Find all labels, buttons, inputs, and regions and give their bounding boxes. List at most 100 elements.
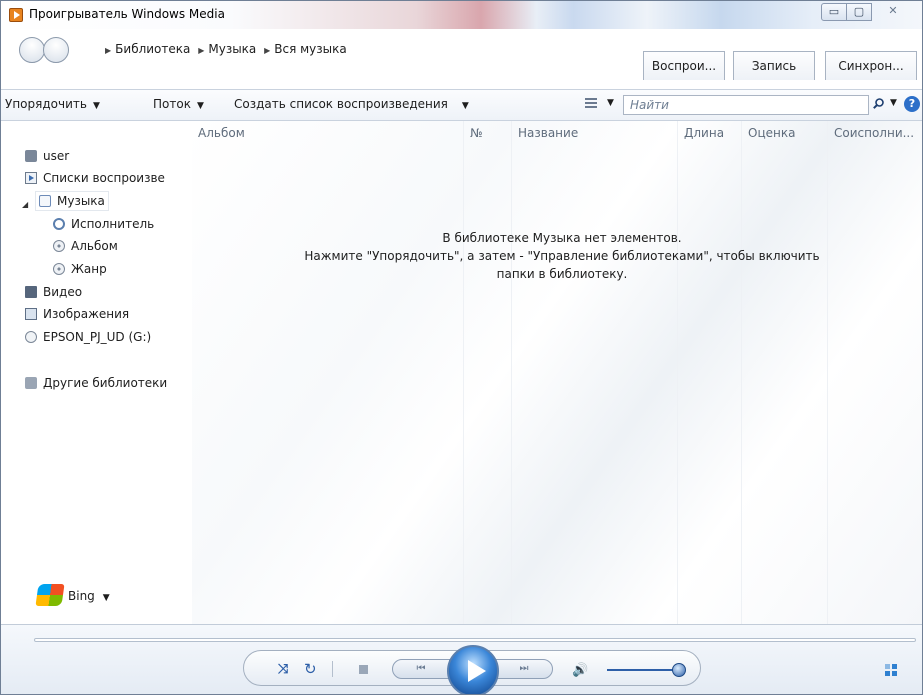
minimize-button[interactable]: ▭ (821, 3, 847, 21)
breadcrumb-music[interactable]: Музыка (208, 42, 256, 56)
empty-message-line: папки в библиотеку. (496, 267, 628, 281)
search-input[interactable] (623, 95, 869, 115)
breadcrumb-arrow-icon: ▶ (198, 46, 205, 55)
column-header-contributing-artist[interactable]: Соисполни... (828, 121, 922, 147)
previous-button[interactable]: ⏮ (392, 659, 450, 679)
create-playlist-menu[interactable]: Создать список воспроизведения ▼ (234, 97, 469, 111)
breadcrumb-all-music[interactable]: Вся музыка (274, 42, 346, 56)
player-controls-bar: ⤨ ↻ ⏮ ⏭ 🔊 (1, 624, 922, 694)
artist-icon (53, 218, 65, 230)
search-options-chevron-icon[interactable]: ▼ (890, 98, 897, 108)
back-button[interactable] (19, 37, 45, 63)
search-icon[interactable] (873, 98, 884, 109)
sidebar-item-user[interactable]: user (25, 147, 69, 165)
sidebar-item-label: Музыка (57, 194, 105, 208)
close-button[interactable]: ✕ (871, 3, 915, 21)
navigation-pane: user Списки воспроизве ◢ Музыка Исполнит… (1, 121, 192, 624)
sidebar-item-artist[interactable]: Исполнитель (53, 215, 154, 233)
video-icon (25, 286, 37, 298)
sidebar-item-label: Альбом (71, 239, 118, 253)
column-divider (827, 121, 828, 624)
empty-library-message: В библиотеке Музыка нет элементов. Нажми… (192, 229, 922, 283)
organize-label: Упорядочить (5, 97, 87, 111)
sidebar-item-label: EPSON_PJ_UD (G:) (43, 330, 152, 344)
breadcrumb-library[interactable]: Библиотека (115, 42, 190, 56)
switch-to-now-playing-icon[interactable] (885, 664, 899, 678)
column-header-length[interactable]: Длина (678, 121, 742, 147)
help-icon[interactable]: ? (904, 96, 920, 112)
sidebar-item-images[interactable]: Изображения (25, 305, 129, 323)
column-divider (741, 121, 742, 624)
stream-menu[interactable]: Поток ▼ (153, 97, 204, 111)
view-options-icon[interactable] (585, 98, 597, 110)
tab-burn[interactable]: Запись (733, 51, 815, 80)
album-icon (53, 240, 65, 252)
empty-message-line: Нажмите "Упорядочить", а затем - "Управл… (304, 249, 820, 263)
organize-menu[interactable]: Упорядочить ▼ (5, 97, 100, 111)
wmp-window: Проигрыватель Windows Media ▭ ▢ ✕ ▶ Библи… (0, 0, 923, 695)
next-button[interactable]: ⏭ (495, 659, 553, 679)
column-divider (511, 121, 512, 624)
play-button[interactable] (447, 645, 499, 694)
volume-icon[interactable]: 🔊 (572, 663, 588, 678)
stream-label: Поток (153, 97, 191, 111)
maximize-button[interactable]: ▢ (846, 3, 872, 21)
bing-label: Bing (68, 589, 95, 603)
chevron-down-icon: ▼ (102, 593, 110, 603)
tab-play[interactable]: Воспрои... (643, 51, 725, 80)
music-icon (39, 195, 51, 207)
chevron-down-icon: ▼ (196, 101, 204, 111)
sidebar-item-label: Жанр (71, 262, 107, 276)
breadcrumb-arrow-icon: ▶ (105, 46, 112, 55)
sidebar-item-label: user (43, 149, 70, 163)
chevron-down-icon: ▼ (92, 101, 100, 111)
wmp-app-icon[interactable] (9, 8, 23, 22)
library-content: Альбом № Название Длина Оценка Соисполни… (192, 121, 922, 624)
sidebar-item-drive[interactable]: EPSON_PJ_UD (G:) (25, 328, 151, 346)
bing-search-provider[interactable]: Bing ▼ (35, 584, 110, 606)
view-options-chevron-icon[interactable]: ▼ (607, 98, 614, 108)
shuffle-icon[interactable]: ⤨ (278, 662, 288, 677)
sidebar-item-playlists[interactable]: Списки воспроизве (25, 169, 165, 187)
drive-icon (25, 331, 37, 343)
sidebar-item-label: Исполнитель (71, 217, 155, 231)
control-divider (332, 661, 333, 677)
sidebar-item-label: Другие библиотеки (43, 376, 168, 390)
window-title: Проигрыватель Windows Media (29, 7, 225, 21)
sidebar-item-video[interactable]: Видео (25, 283, 82, 301)
column-header-title[interactable]: Название (512, 121, 678, 147)
repeat-icon[interactable]: ↻ (304, 660, 317, 678)
column-header-number[interactable]: № (464, 121, 512, 147)
windows-logo-icon (35, 584, 65, 606)
genre-icon (53, 263, 65, 275)
tab-sync[interactable]: Синхрон... (825, 51, 917, 80)
volume-slider-knob[interactable] (672, 663, 686, 677)
column-header-album[interactable]: Альбом (192, 121, 464, 147)
chevron-down-icon: ▼ (461, 101, 469, 111)
toolbar: Упорядочить ▼ Поток ▼ Создать список воспр… (1, 89, 922, 121)
sidebar-item-album[interactable]: Альбом (53, 237, 118, 255)
other-libraries-icon (25, 377, 37, 389)
sidebar-item-label: Изображения (43, 307, 130, 321)
forward-button[interactable] (43, 37, 69, 63)
volume-slider[interactable] (607, 669, 679, 671)
create-playlist-label: Создать список воспроизведения (234, 97, 448, 111)
navigation-bar: ▶ Библиотека ▶ Музыка ▶ Вся музыка Воспрои.… (1, 29, 922, 89)
sidebar-item-music[interactable]: Музыка (35, 191, 109, 211)
column-divider (463, 121, 464, 624)
sidebar-item-label: Списки воспроизве (43, 171, 165, 185)
image-icon (25, 308, 37, 320)
playlist-icon (25, 172, 37, 184)
sidebar-item-genre[interactable]: Жанр (53, 260, 107, 278)
column-divider (677, 121, 678, 624)
sidebar-item-label: Видео (43, 285, 83, 299)
user-icon (25, 150, 37, 162)
column-header-rating[interactable]: Оценка (742, 121, 828, 147)
breadcrumb-arrow-icon: ▶ (264, 46, 271, 55)
breadcrumb: ▶ Библиотека ▶ Музыка ▶ Вся музыка (105, 42, 351, 56)
expand-arrow-icon[interactable]: ◢ (22, 200, 28, 209)
title-bar[interactable]: Проигрыватель Windows Media ▭ ▢ ✕ (1, 1, 922, 29)
sidebar-item-other-libraries[interactable]: Другие библиотеки (25, 374, 167, 392)
stop-icon[interactable] (359, 665, 368, 674)
seek-bar[interactable] (34, 638, 916, 642)
